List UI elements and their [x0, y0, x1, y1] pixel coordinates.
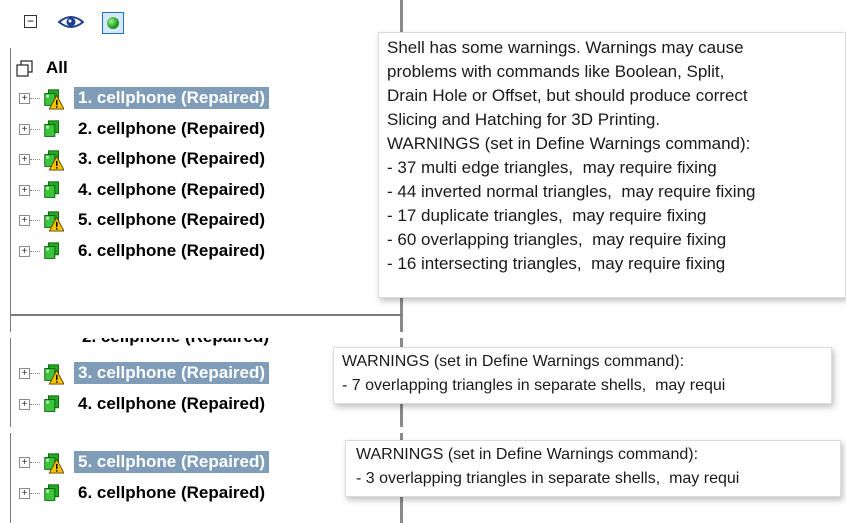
tree-row[interactable]: +5. cellphone (Repaired): [16, 207, 396, 235]
tooltip-line: - 7 overlapping triangles in separate sh…: [342, 377, 726, 394]
tooltip-line: problems with commands like Boolean, Spl…: [387, 62, 725, 81]
shells-group-icon: [16, 60, 33, 77]
overlap-warning-tooltip-2: WARNINGS (set in Define Warnings command…: [345, 440, 841, 497]
tree-row[interactable]: +5. cellphone (Repaired): [16, 449, 396, 477]
green-sphere-icon: [107, 17, 119, 29]
shell-label[interactable]: 4. cellphone (Repaired): [74, 179, 269, 201]
tree-row[interactable]: +6. cellphone (Repaired): [16, 238, 396, 266]
shell-label[interactable]: 1. cellphone (Repaired): [74, 87, 270, 109]
shell-warning-icon: [44, 364, 64, 385]
shell-warning-icon: [44, 89, 64, 110]
shell-label[interactable]: 4. cellphone (Repaired): [74, 393, 269, 415]
expand-toggle[interactable]: +: [19, 123, 30, 135]
shell-tree-panel: − All +1. cellphone (Repaired) +2. cellph…: [0, 0, 846, 332]
shell-label[interactable]: 2. cellphone (Repaired): [74, 118, 269, 140]
tree-row[interactable]: +2. cellphone (Repaired): [16, 116, 396, 144]
tooltip-line: WARNINGS (set in Define Warnings command…: [356, 446, 699, 463]
tooltip-line: WARNINGS (set in Define Warnings command…: [387, 134, 751, 153]
tooltip-line: - 17 duplicate triangles, may require fi…: [387, 206, 707, 225]
shell-icon: [44, 241, 59, 259]
shell-tree-panel-crop-3: +5. cellphone (Repaired) +6. cellphone (R…: [0, 433, 846, 523]
shell-label[interactable]: 3. cellphone (Repaired): [74, 148, 269, 170]
tooltip-line: - 16 intersecting triangles, may require…: [387, 254, 726, 273]
shell-label[interactable]: 5. cellphone (Repaired): [74, 451, 270, 473]
shell-warning-icon: [44, 150, 64, 171]
expand-toggle[interactable]: +: [19, 184, 30, 196]
tooltip-line: Slicing and Hatching for 3D Printing.: [387, 110, 661, 129]
tree-row[interactable]: +3. cellphone (Repaired): [16, 146, 396, 174]
tooltip-line: - 3 overlapping triangles in separate sh…: [356, 470, 740, 487]
tooltip-line: - 44 inverted normal triangles, may requ…: [387, 182, 756, 201]
tree-row[interactable]: +6. cellphone (Repaired): [16, 480, 396, 508]
shell-label[interactable]: 6. cellphone (Repaired): [74, 482, 269, 504]
collapse-all-button[interactable]: −: [24, 15, 37, 28]
shell-icon: [44, 180, 59, 198]
eye-icon[interactable]: [58, 12, 84, 32]
expand-toggle[interactable]: +: [19, 488, 30, 499]
shell-icon: [44, 119, 59, 137]
tooltip-line: - 37 multi edge triangles, may require f…: [387, 158, 717, 177]
expand-toggle[interactable]: +: [19, 154, 30, 165]
expand-toggle[interactable]: +: [19, 215, 30, 226]
expand-toggle[interactable]: +: [19, 457, 30, 468]
shell-tree-panel-crop-2: 2. cellphone (Repaired) +3. cellphone (R…: [0, 338, 846, 427]
shell-color-button[interactable]: [102, 12, 124, 34]
tooltip-line: Shell has some warnings. Warnings may ca…: [387, 38, 744, 57]
shell-label[interactable]: 6. cellphone (Repaired): [74, 240, 269, 262]
shell-warning-tooltip: Shell has some warnings. Warnings may ca…: [378, 32, 846, 298]
expand-toggle[interactable]: +: [19, 368, 30, 379]
shell-label[interactable]: 3. cellphone (Repaired): [74, 362, 270, 384]
tooltip-line: Drain Hole or Offset, but should produce…: [387, 86, 748, 105]
expand-toggle[interactable]: +: [19, 245, 30, 257]
tree-root-label: All: [46, 58, 68, 77]
shell-warning-icon: [44, 211, 64, 232]
tooltip-line: WARNINGS (set in Define Warnings command…: [342, 353, 685, 370]
shell-label[interactable]: 5. cellphone (Repaired): [74, 209, 269, 231]
expand-toggle[interactable]: +: [19, 399, 30, 410]
tree-row[interactable]: +1. cellphone (Repaired): [16, 85, 396, 113]
tooltip-line: - 60 overlapping triangles, may require …: [387, 230, 727, 249]
tree-row[interactable]: +4. cellphone (Repaired): [16, 177, 396, 205]
shell-warning-icon: [44, 453, 64, 474]
overlap-warning-tooltip: WARNINGS (set in Define Warnings command…: [333, 347, 832, 404]
shell-icon: [44, 395, 59, 412]
expand-toggle[interactable]: +: [19, 93, 30, 104]
shell-icon: [44, 484, 59, 501]
